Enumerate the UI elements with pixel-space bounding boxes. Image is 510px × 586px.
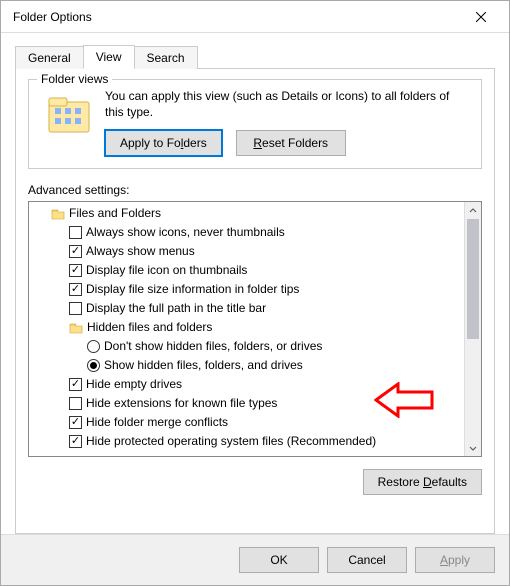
titlebar: Folder Options — [1, 1, 509, 33]
tree-label: Hide empty drives — [86, 376, 182, 393]
scroll-down-button[interactable] — [465, 439, 481, 456]
scroll-thumb[interactable] — [467, 219, 479, 339]
tree-check-item[interactable]: Hide extensions for known file types — [33, 394, 460, 413]
tab-search[interactable]: Search — [134, 46, 198, 69]
advanced-settings-label: Advanced settings: — [28, 183, 482, 197]
chevron-up-icon — [469, 207, 477, 215]
tree-label: Hide extensions for known file types — [86, 395, 277, 412]
tree-folder[interactable]: Hidden files and folders — [33, 318, 460, 337]
tree-label: Show hidden files, folders, and drives — [104, 357, 303, 374]
tree-label: Display file icon on thumbnails — [86, 262, 247, 279]
tree-check-item[interactable]: Always show menus — [33, 242, 460, 261]
close-button[interactable] — [461, 3, 501, 31]
tab-strip: General View Search — [15, 45, 495, 68]
tree-label: Display the full path in the title bar — [86, 300, 266, 317]
tree-label: Always show icons, never thumbnails — [86, 224, 285, 241]
tree-check-item[interactable]: Display file icon on thumbnails — [33, 261, 460, 280]
checkbox-icon — [69, 264, 82, 277]
chevron-down-icon — [469, 444, 477, 452]
tree-check-item[interactable]: Always show icons, never thumbnails — [33, 223, 460, 242]
advanced-settings-tree[interactable]: Files and Folders Always show icons, neve… — [28, 201, 482, 457]
tree-label: Don't show hidden files, folders, or dri… — [104, 338, 322, 355]
checkbox-icon — [69, 245, 82, 258]
checkbox-icon — [69, 302, 82, 315]
radio-icon — [87, 340, 100, 353]
radio-icon — [87, 359, 100, 372]
checkbox-icon — [69, 397, 82, 410]
tree-label: Display file size information in folder … — [86, 281, 299, 298]
folder-icon — [51, 208, 65, 220]
tree-radio-item[interactable]: Don't show hidden files, folders, or dri… — [33, 337, 460, 356]
tree-label: Hide protected operating system files (R… — [86, 433, 376, 450]
checkbox-icon — [69, 226, 82, 239]
tree-check-item[interactable]: Hide empty drives — [33, 375, 460, 394]
folder-views-icon — [45, 92, 93, 140]
reset-folders-button[interactable]: Reset Folders — [236, 130, 346, 156]
tree-label: Always show menus — [86, 243, 195, 260]
tree-check-item[interactable]: Hide folder merge conflicts — [33, 413, 460, 432]
checkbox-icon — [69, 378, 82, 391]
checkbox-icon — [69, 416, 82, 429]
tree-check-item[interactable]: Display file size information in folder … — [33, 280, 460, 299]
folder-icon — [69, 322, 83, 334]
folder-views-text: You can apply this view (such as Details… — [105, 88, 471, 120]
scroll-up-button[interactable] — [465, 202, 481, 219]
tab-view[interactable]: View — [83, 45, 135, 69]
folder-options-dialog: Folder Options General View Search Folde… — [0, 0, 510, 586]
tab-general[interactable]: General — [15, 46, 84, 69]
folder-views-legend: Folder views — [37, 72, 112, 86]
view-tab-panel: Folder views You can apply this view (su… — [15, 68, 495, 534]
restore-defaults-button[interactable]: Restore Defaults — [363, 469, 482, 495]
window-title: Folder Options — [9, 10, 461, 24]
tree-label: Hide folder merge conflicts — [86, 414, 228, 431]
apply-to-folders-button[interactable]: Apply to Folders — [105, 130, 222, 156]
scrollbar[interactable] — [464, 202, 481, 456]
tree-label: Hidden files and folders — [87, 319, 212, 336]
close-icon — [476, 12, 486, 22]
checkbox-icon — [69, 283, 82, 296]
checkbox-icon — [69, 435, 82, 448]
cancel-button[interactable]: Cancel — [327, 547, 407, 573]
scroll-track[interactable] — [465, 219, 481, 439]
tree-check-item[interactable]: Display the full path in the title bar — [33, 299, 460, 318]
tree-check-item[interactable]: Hide protected operating system files (R… — [33, 432, 460, 451]
tree-label: Files and Folders — [69, 205, 161, 222]
tree-radio-item[interactable]: Show hidden files, folders, and drives — [33, 356, 460, 375]
ok-button[interactable]: OK — [239, 547, 319, 573]
folder-views-group: Folder views You can apply this view (su… — [28, 79, 482, 169]
apply-button[interactable]: Apply — [415, 547, 495, 573]
dialog-button-row: OK Cancel Apply — [1, 534, 509, 585]
tree-folder-root[interactable]: Files and Folders — [33, 204, 460, 223]
